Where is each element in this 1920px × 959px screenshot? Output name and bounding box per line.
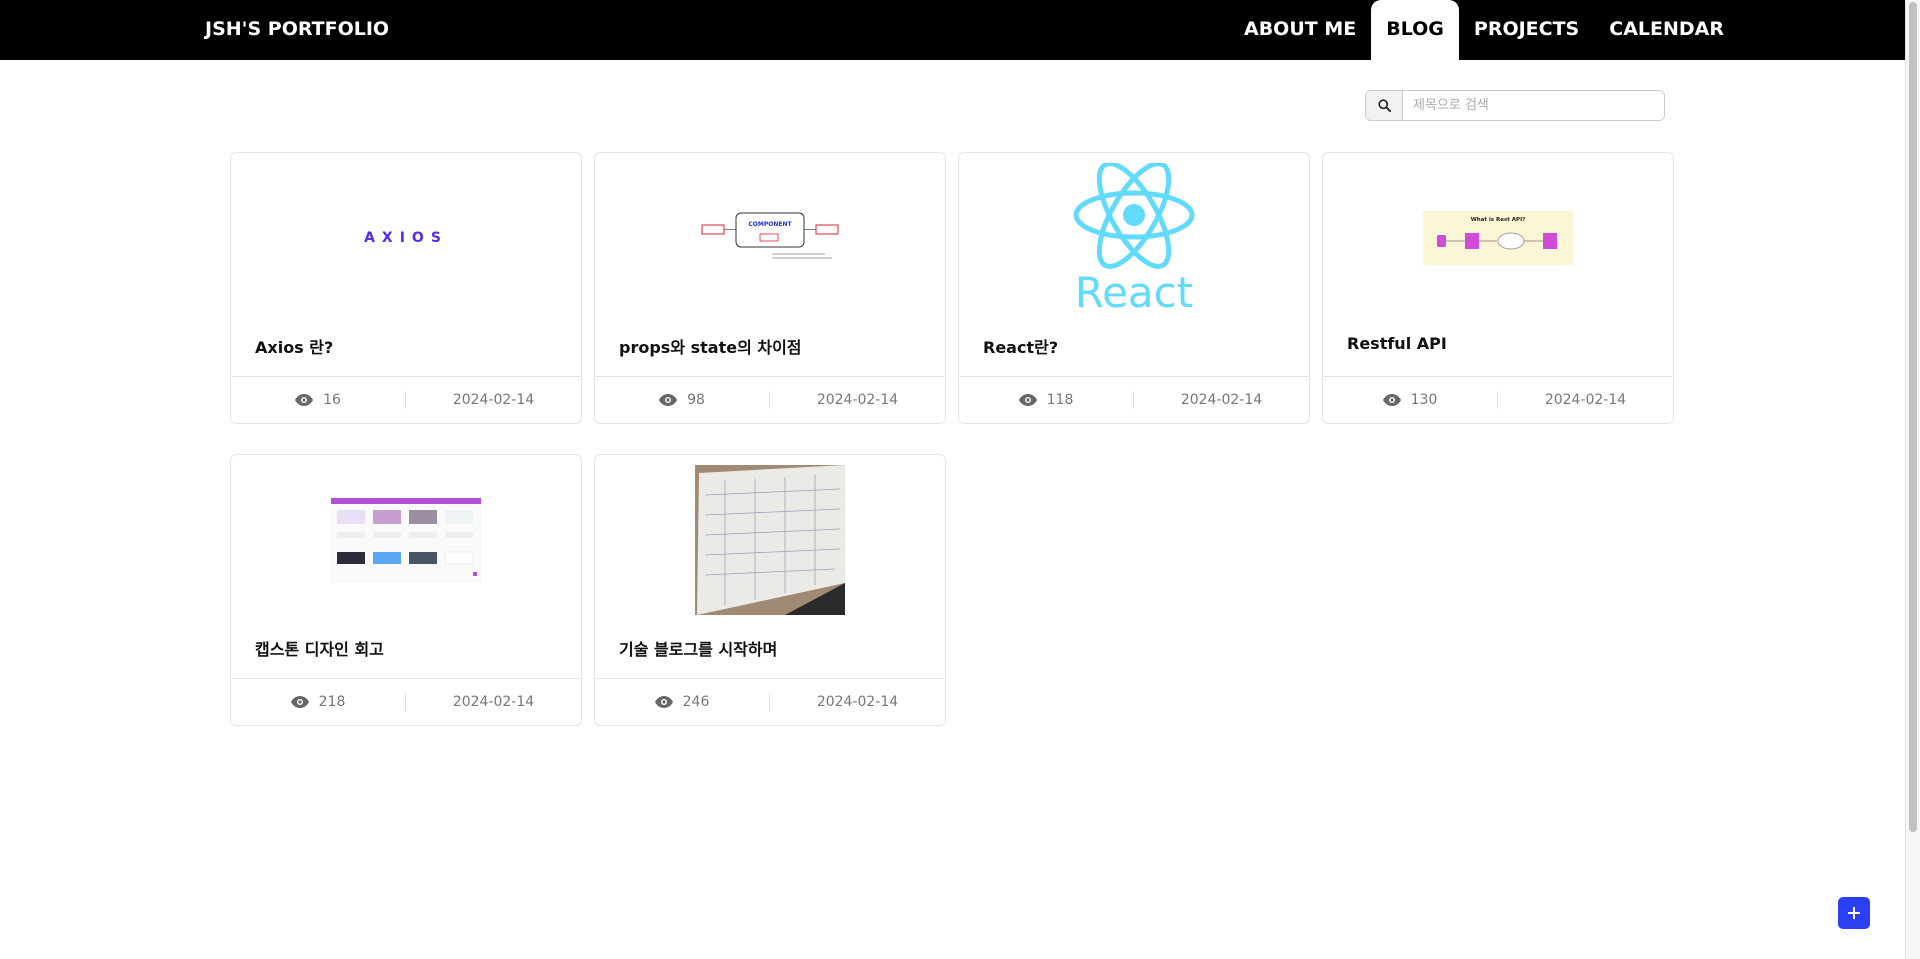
post-title[interactable]: props와 state의 차이점 [619, 334, 802, 358]
view-count-value: 130 [1410, 392, 1438, 408]
post-footer: 98 2024-02-14 [595, 376, 945, 423]
top-navbar: JSH'S PORTFOLIO ABOUT ME BLOG PROJECTS C… [0, 0, 1905, 60]
post-footer: 218 2024-02-14 [231, 678, 581, 725]
view-count: 118 [959, 391, 1134, 409]
view-count: 246 [595, 693, 770, 711]
view-count: 218 [231, 693, 406, 711]
brand-title[interactable]: JSH'S PORTFOLIO [205, 0, 389, 60]
eye-icon [654, 696, 673, 708]
post-title[interactable]: 캡스톤 디자인 회고 [255, 636, 384, 660]
post-thumbnail [595, 455, 945, 625]
search-button[interactable] [1366, 91, 1403, 120]
eye-icon [659, 394, 678, 406]
post-thumbnail: AXIOS [231, 153, 581, 323]
nav-projects[interactable]: PROJECTS [1459, 0, 1594, 60]
post-date: 2024-02-14 [816, 694, 899, 710]
post-thumbnail: React [959, 153, 1309, 323]
post-card[interactable]: React React란? 118 2024-02-14 [958, 152, 1310, 424]
view-count-value: 246 [682, 694, 710, 710]
post-footer: 16 2024-02-14 [231, 376, 581, 423]
post-title[interactable]: Restful API [1347, 334, 1447, 353]
post-grid: AXIOS Axios 란? 16 2024-02-14 COMPONENT p… [230, 152, 1674, 726]
component-label: COMPONENT [748, 221, 792, 228]
search-icon [1377, 99, 1391, 112]
post-card[interactable]: COMPONENT props와 state의 차이점 98 2024-02-1… [594, 152, 946, 424]
post-title[interactable]: React란? [983, 334, 1058, 358]
react-wordmark: React [1075, 268, 1193, 313]
page-scrollbar[interactable] [1905, 0, 1920, 959]
post-thumbnail [231, 455, 581, 625]
post-date: 2024-02-14 [1180, 392, 1263, 408]
scrollbar-thumb[interactable] [1909, 2, 1917, 832]
notebook-photo [695, 465, 845, 615]
react-logo: React [1073, 163, 1195, 313]
search-input[interactable] [1403, 91, 1664, 120]
eye-icon [1018, 394, 1037, 406]
post-footer: 118 2024-02-14 [959, 376, 1309, 423]
post-card[interactable]: AXIOS Axios 란? 16 2024-02-14 [230, 152, 582, 424]
post-card[interactable]: 기술 블로그를 시작하며 246 2024-02-14 [594, 454, 946, 726]
view-count-value: 118 [1046, 392, 1074, 408]
post-date: 2024-02-14 [452, 392, 535, 408]
eye-icon [1382, 394, 1401, 406]
add-post-button[interactable] [1838, 897, 1870, 929]
view-count-value: 218 [318, 694, 346, 710]
post-date: 2024-02-14 [452, 694, 535, 710]
search-bar [1365, 90, 1665, 121]
post-thumbnail: COMPONENT [595, 153, 945, 323]
post-footer: 246 2024-02-14 [595, 678, 945, 725]
post-thumbnail: What is Rest API? [1323, 153, 1673, 323]
view-count: 98 [595, 391, 770, 409]
component-diagram: COMPONENT [701, 212, 839, 259]
view-count-value: 98 [687, 392, 705, 408]
nav-about-me[interactable]: ABOUT ME [1229, 0, 1371, 60]
view-count-value: 16 [323, 392, 341, 408]
post-card[interactable]: 캡스톤 디자인 회고 218 2024-02-14 [230, 454, 582, 726]
post-card[interactable]: What is Rest API? Restful API 130 2024-0… [1322, 152, 1674, 424]
post-title[interactable]: 기술 블로그를 시작하며 [619, 636, 777, 660]
view-count: 130 [1323, 391, 1498, 409]
design-screenshot [331, 498, 481, 582]
post-footer: 130 2024-02-14 [1323, 376, 1673, 423]
nav-blog[interactable]: BLOG [1371, 0, 1459, 60]
post-date: 2024-02-14 [1544, 392, 1627, 408]
eye-icon [295, 394, 314, 406]
plus-icon [1848, 907, 1860, 919]
rest-api-diagram: What is Rest API? [1423, 211, 1573, 265]
axios-logo: AXIOS [364, 230, 448, 246]
nav-calendar[interactable]: CALENDAR [1594, 0, 1739, 60]
post-title[interactable]: Axios 란? [255, 334, 333, 358]
view-count: 16 [231, 391, 406, 409]
eye-icon [290, 696, 309, 708]
main-nav: ABOUT ME BLOG PROJECTS CALENDAR [1229, 0, 1739, 60]
rest-api-label: What is Rest API? [1471, 217, 1526, 223]
post-date: 2024-02-14 [816, 392, 899, 408]
